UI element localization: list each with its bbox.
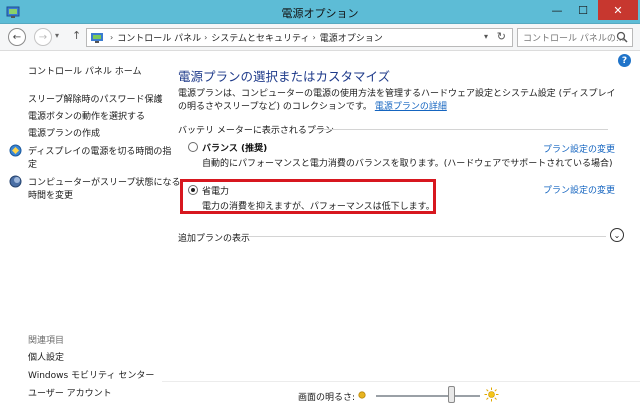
brightness-slider-thumb[interactable] xyxy=(447,386,455,403)
see-also-title: 関連項目 xyxy=(28,336,65,346)
navigation-bar: ← → ▾ ↑ › コントロール パネル › システムとセキュリティ › 電源オ… xyxy=(0,24,640,51)
sidebar-item-sleep-time-cont[interactable]: 時間を変更 xyxy=(28,188,73,201)
brightness-label: 画面の明るさ: xyxy=(298,393,356,403)
brightness-bar: 画面の明るさ: xyxy=(162,381,640,419)
section-divider xyxy=(312,129,608,130)
control-panel-icon xyxy=(91,32,103,43)
page-title: 電源プランの選択またはカスタマイズ xyxy=(178,69,391,84)
plan-balanced-name[interactable]: バランス (推奨) xyxy=(202,141,267,154)
help-icon[interactable]: ? xyxy=(618,54,631,67)
recent-locations-dropdown[interactable]: ▾ xyxy=(55,31,59,40)
title-bar: 電源オプション — ☐ ✕ xyxy=(0,0,640,24)
plan-power-saver-settings-link[interactable]: プラン設定の変更 xyxy=(543,183,615,196)
see-also-user-accounts[interactable]: ユーザー アカウント xyxy=(28,386,112,399)
section-heading: バッテリ メーターに表示されるプラン xyxy=(178,126,334,136)
sidebar-item-sleep-time[interactable]: コンピューターがスリープ状態になる xyxy=(28,175,180,188)
breadcrumb-separator: › xyxy=(110,33,114,42)
breadcrumb-power-options[interactable]: 電源オプション xyxy=(320,31,383,44)
sidebar: コントロール パネル ホーム スリープ解除時のパスワード保護 電源ボタンの動作を… xyxy=(0,52,180,419)
breadcrumb-system-security[interactable]: システムとセキュリティ xyxy=(211,31,309,44)
breadcrumb-separator[interactable]: › xyxy=(204,33,207,42)
main-content: ? 電源プランの選択またはカスタマイズ 電源プランは、コンピューターの電源の使用… xyxy=(162,52,640,419)
brightness-slider-track[interactable] xyxy=(376,395,480,397)
sidebar-item-home[interactable]: コントロール パネル ホーム xyxy=(28,64,141,77)
sleep-icon xyxy=(9,175,22,188)
highlight-annotation-box xyxy=(180,179,436,214)
up-button[interactable]: ↑ xyxy=(72,29,81,42)
sidebar-item-display-off[interactable]: ディスプレイの電源を切る時間の指 xyxy=(28,144,171,157)
sidebar-item-create-plan[interactable]: 電源プランの作成 xyxy=(28,126,100,139)
page-description: 電源プランは、コンピューターの電源の使用方法を管理するハードウェア設定とシステム… xyxy=(178,88,618,114)
display-off-icon xyxy=(9,144,22,157)
sidebar-item-wake-password[interactable]: スリープ解除時のパスワード保護 xyxy=(28,92,162,105)
dim-sun-icon xyxy=(358,391,366,399)
expand-chevron-icon[interactable]: ⌄ xyxy=(610,228,624,242)
plan-balanced-settings-link[interactable]: プラン設定の変更 xyxy=(543,142,615,155)
see-also-personalize[interactable]: 個人設定 xyxy=(28,350,64,363)
plan-balanced-description: 自動的にパフォーマンスと電力消費のバランスを取ります。(ハードウェアでサポートさ… xyxy=(202,159,613,169)
search-input[interactable]: コントロール パネルの... xyxy=(517,28,633,47)
see-also-mobility-center[interactable]: Windows モビリティ センター xyxy=(28,368,154,381)
plan-balanced-radio[interactable] xyxy=(188,142,198,152)
close-button[interactable]: ✕ xyxy=(598,0,638,20)
more-plans-divider xyxy=(248,236,606,237)
minimize-button[interactable]: — xyxy=(544,0,570,20)
sidebar-item-power-button[interactable]: 電源ボタンの動作を選択する xyxy=(28,109,145,122)
address-bar[interactable]: › コントロール パネル › システムとセキュリティ › 電源オプション ▾ ↻ xyxy=(86,28,513,47)
refresh-icon[interactable]: ↻ xyxy=(497,30,506,43)
power-plan-details-link[interactable]: 電源プランの詳細 xyxy=(375,102,447,112)
breadcrumb: › コントロール パネル › システムとセキュリティ › 電源オプション xyxy=(107,31,383,44)
search-placeholder: コントロール パネルの... xyxy=(523,34,625,44)
maximize-button[interactable]: ☐ xyxy=(570,0,596,20)
show-more-plans[interactable]: 追加プランの表示 xyxy=(178,231,250,244)
breadcrumb-separator[interactable]: › xyxy=(312,33,315,42)
bright-sun-icon xyxy=(484,387,499,402)
forward-button[interactable]: → xyxy=(34,28,52,46)
search-icon[interactable] xyxy=(616,31,628,43)
back-button[interactable]: ← xyxy=(8,28,26,46)
sidebar-item-display-off-cont[interactable]: 定 xyxy=(28,157,37,170)
breadcrumb-control-panel[interactable]: コントロール パネル xyxy=(117,31,201,44)
address-dropdown-icon[interactable]: ▾ xyxy=(484,32,488,41)
